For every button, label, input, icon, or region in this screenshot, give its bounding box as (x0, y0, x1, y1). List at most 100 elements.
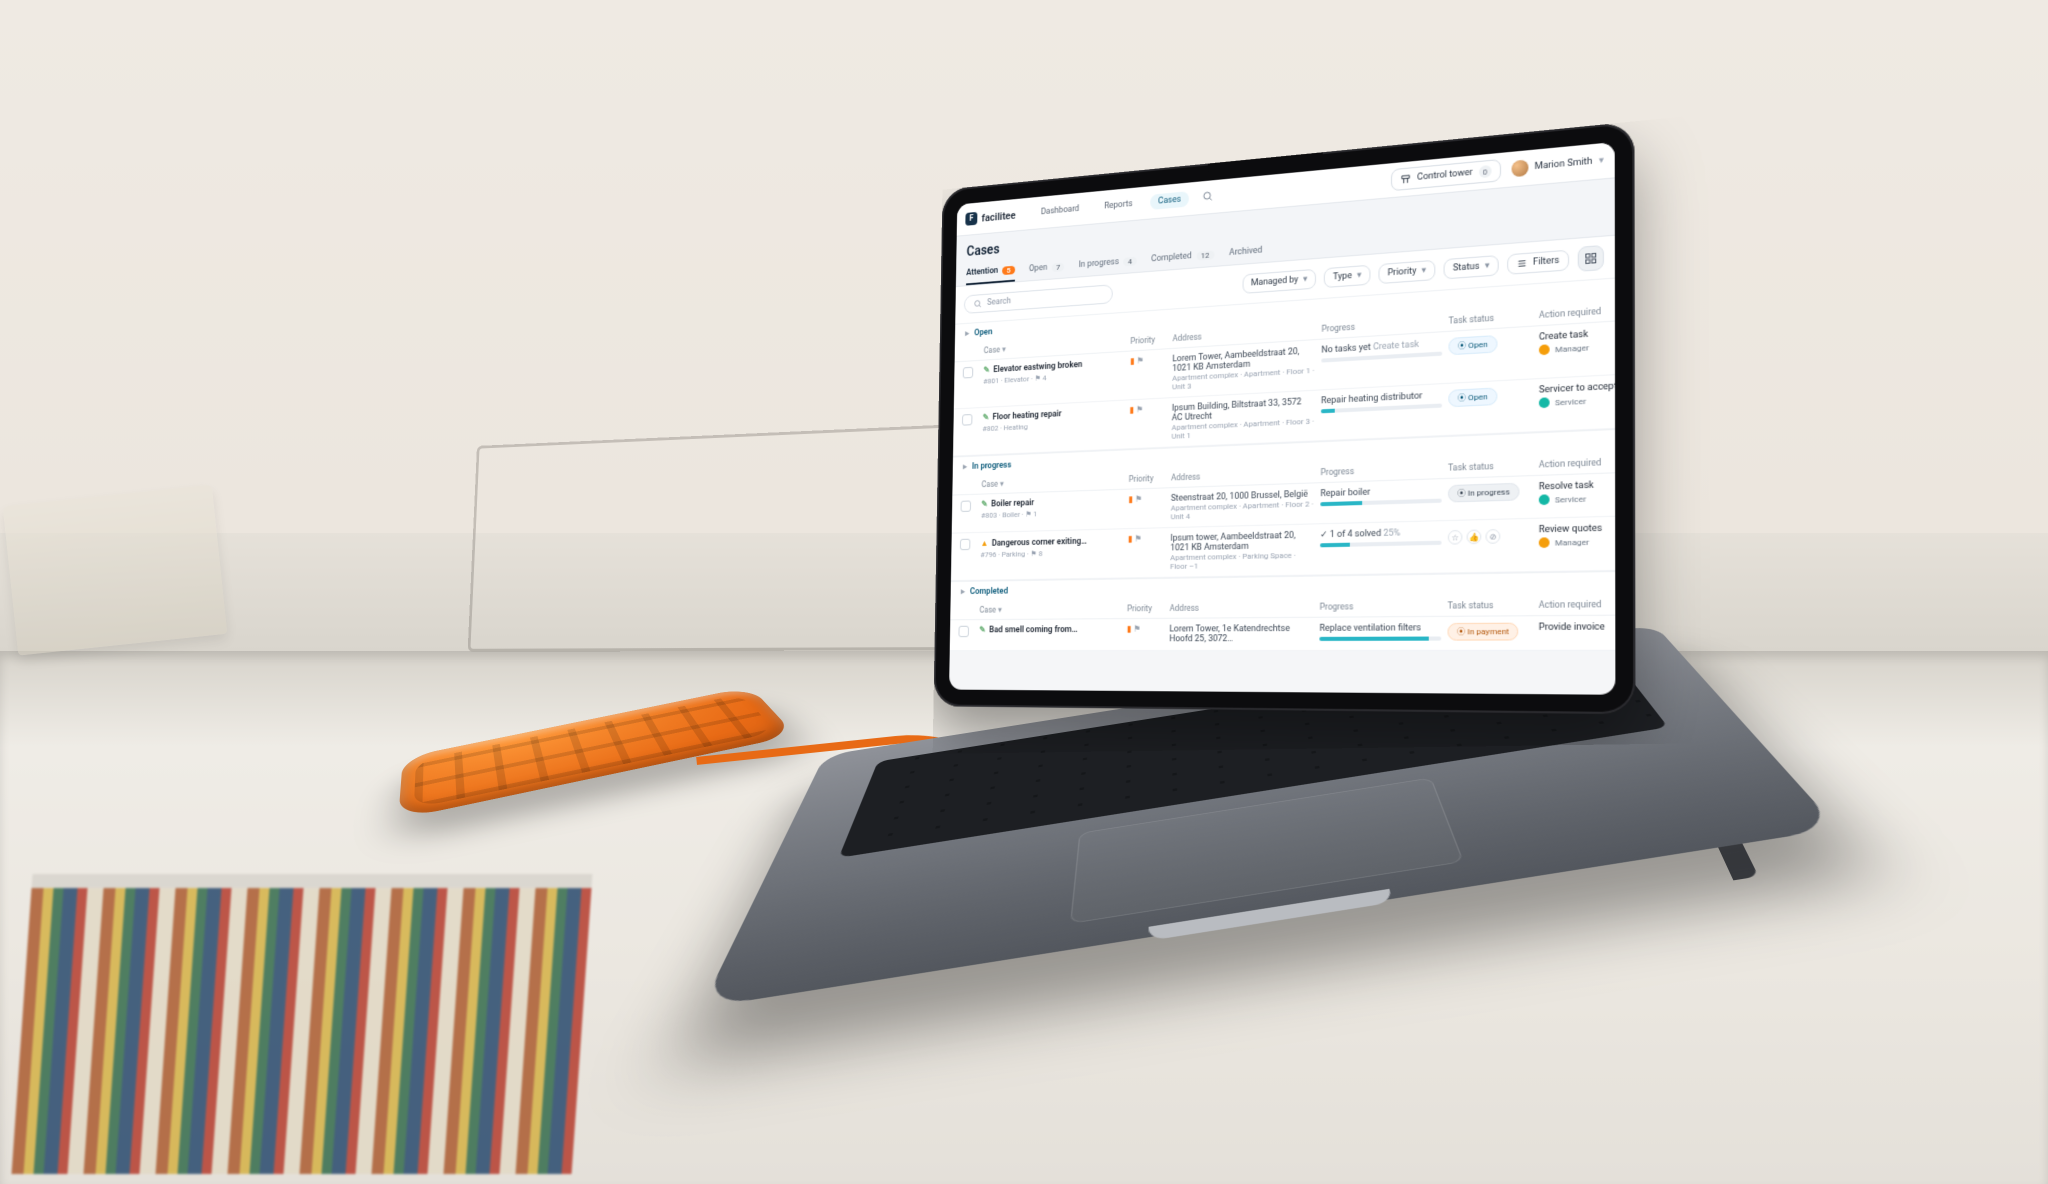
status-badge: ⦿ Open (1448, 387, 1497, 407)
case-icon: ✎ (979, 626, 986, 635)
control-tower-label: Control tower (1417, 168, 1473, 183)
tab-count: 12 (1196, 250, 1214, 260)
tab-label: Attention (966, 266, 998, 278)
col-progress[interactable]: Progress (1320, 464, 1441, 478)
case-meta: #802 · Heating (982, 418, 1124, 433)
col-priority[interactable]: Priority (1129, 474, 1166, 485)
progress-label: Repair boiler (1320, 485, 1441, 499)
filter-label: Filters (1533, 256, 1560, 268)
tab-label: In progress (1079, 257, 1119, 270)
filter-label: Managed by (1251, 275, 1298, 288)
action-required: Resolve task (1539, 478, 1616, 493)
filter-priority[interactable]: Priority▾ (1378, 260, 1435, 284)
brand[interactable]: F facilitee (965, 208, 1015, 226)
progress-bar (1320, 499, 1441, 507)
filter-type[interactable]: Type ▾ (1324, 265, 1370, 288)
progress-bar (1319, 637, 1441, 641)
tab-count: 7 (1052, 262, 1065, 271)
priority-flags: ▮⚑ (1128, 494, 1165, 505)
table-row[interactable]: ▲ Dangerous corner exiting…#796 · Parkin… (951, 517, 1615, 581)
tab-label: Archived (1229, 246, 1262, 258)
tab-label: Completed (1151, 251, 1191, 264)
brand-logo-icon: F (965, 212, 977, 226)
row-checkbox[interactable] (960, 539, 970, 550)
case-icon: ✎ (983, 413, 990, 423)
nav-dashboard[interactable]: Dashboard (1033, 201, 1087, 221)
col-action[interactable]: Action required (1539, 302, 1615, 321)
table-row[interactable]: ✎ Bad smell coming from…▮⚑Lorem Tower, 1… (950, 616, 1616, 651)
case-meta: #796 · Parking · ⚑ 8 (980, 548, 1122, 559)
chevron-down-icon: ▸ (965, 329, 969, 338)
col-address[interactable]: Address (1170, 603, 1314, 614)
chevron-down-icon: ▸ (961, 587, 965, 596)
address-line2: Apartment complex · Apartment · Floor 3 … (1171, 417, 1315, 441)
row-checkbox[interactable] (962, 414, 972, 426)
filter-label: Status (1453, 262, 1480, 274)
task-status-cell: ☆👍⊘ (1448, 525, 1533, 545)
assignee: Servicer (1539, 491, 1616, 505)
tab-label: Open (1029, 263, 1047, 274)
task-status-cell: ⦿ In progress (1448, 482, 1532, 502)
col-action[interactable]: Action required (1539, 599, 1616, 611)
row-checkbox[interactable] (963, 367, 973, 379)
grid-icon (1584, 252, 1597, 265)
status-badge: ⦿ Open (1448, 335, 1497, 355)
case-title: ✎ Boiler repair (981, 496, 1123, 510)
col-task-status[interactable]: Task status (1448, 601, 1533, 612)
tab-completed[interactable]: Completed 12 (1151, 243, 1214, 271)
case-title: ✎ Floor heating repair (983, 406, 1125, 422)
action-required: Review quotes (1539, 522, 1616, 536)
action-required: Servicer to accept task (1539, 379, 1615, 396)
col-case[interactable]: Case ▾ (981, 475, 1123, 489)
row-checkbox[interactable] (961, 500, 971, 511)
col-address[interactable]: Address (1173, 325, 1316, 344)
app-screen: F facilitee Dashboard Reports Cases (949, 142, 1615, 695)
sliders-icon (1517, 258, 1528, 269)
laptop: F facilitee Dashboard Reports Cases (860, 150, 1660, 1050)
photo-scene: F facilitee Dashboard Reports Cases (0, 0, 2048, 1184)
tab-archived[interactable]: Archived (1229, 239, 1262, 265)
task-status-cell: ⦿ Open (1448, 386, 1532, 408)
col-priority[interactable]: Priority (1130, 335, 1167, 347)
search-icon[interactable] (1202, 189, 1213, 204)
address-line1: Lorem Tower, Aambeeldstraat 20, 1021 KB … (1172, 346, 1315, 374)
user-name: Marion Smith (1535, 157, 1593, 173)
tab-open[interactable]: Open 7 (1029, 255, 1065, 280)
col-address[interactable]: Address (1171, 468, 1315, 483)
nav-reports[interactable]: Reports (1096, 196, 1141, 215)
user-menu[interactable]: Marion Smith ▾ (1511, 152, 1603, 177)
view-toggle-button[interactable] (1578, 245, 1604, 272)
vote-badges: ☆👍⊘ (1448, 528, 1533, 544)
primary-nav: Dashboard Reports Cases (1033, 191, 1189, 220)
search-input[interactable]: Search (964, 284, 1113, 314)
col-case[interactable]: Case ▾ (984, 338, 1125, 356)
bookshelf (12, 874, 593, 1174)
case-title: ✎ Bad smell coming from… (979, 625, 1121, 635)
search-placeholder: Search (987, 297, 1011, 308)
col-task-status[interactable]: Task status (1449, 311, 1533, 327)
col-task-status[interactable]: Task status (1448, 460, 1532, 473)
col-priority[interactable]: Priority (1127, 604, 1164, 614)
chevron-down-icon: ▾ (1421, 266, 1426, 276)
nav-cases[interactable]: Cases (1150, 191, 1190, 210)
chevron-down-icon: ▾ (1357, 270, 1362, 280)
filter-label: Type (1333, 271, 1352, 282)
col-action[interactable]: Action required (1539, 455, 1616, 470)
address-line1: Ipsum Building, Biltstraat 33, 3572 AC U… (1172, 397, 1315, 424)
filter-status[interactable]: Status▾ (1443, 255, 1499, 279)
col-progress[interactable]: Progress (1320, 601, 1442, 612)
tab-count: 4 (1123, 256, 1136, 266)
col-case[interactable]: Case ▾ (979, 605, 1121, 616)
laptop-lid: F facilitee Dashboard Reports Cases (933, 121, 1635, 714)
col-progress[interactable]: Progress (1321, 317, 1442, 335)
warning-icon: ▲ (981, 538, 989, 548)
tab-in-progress[interactable]: In progress 4 (1078, 249, 1136, 276)
control-tower-button[interactable]: Control tower 0 (1391, 159, 1501, 191)
filter-managed-by[interactable]: Managed by▾ (1242, 269, 1316, 294)
filters-button[interactable]: Filters (1507, 250, 1569, 275)
avatar (1511, 159, 1528, 177)
tab-attention[interactable]: Attention 5 (966, 259, 1015, 285)
chevron-down-icon: ▸ (963, 463, 967, 472)
case-icon: ✎ (981, 500, 988, 510)
row-checkbox[interactable] (958, 626, 968, 637)
